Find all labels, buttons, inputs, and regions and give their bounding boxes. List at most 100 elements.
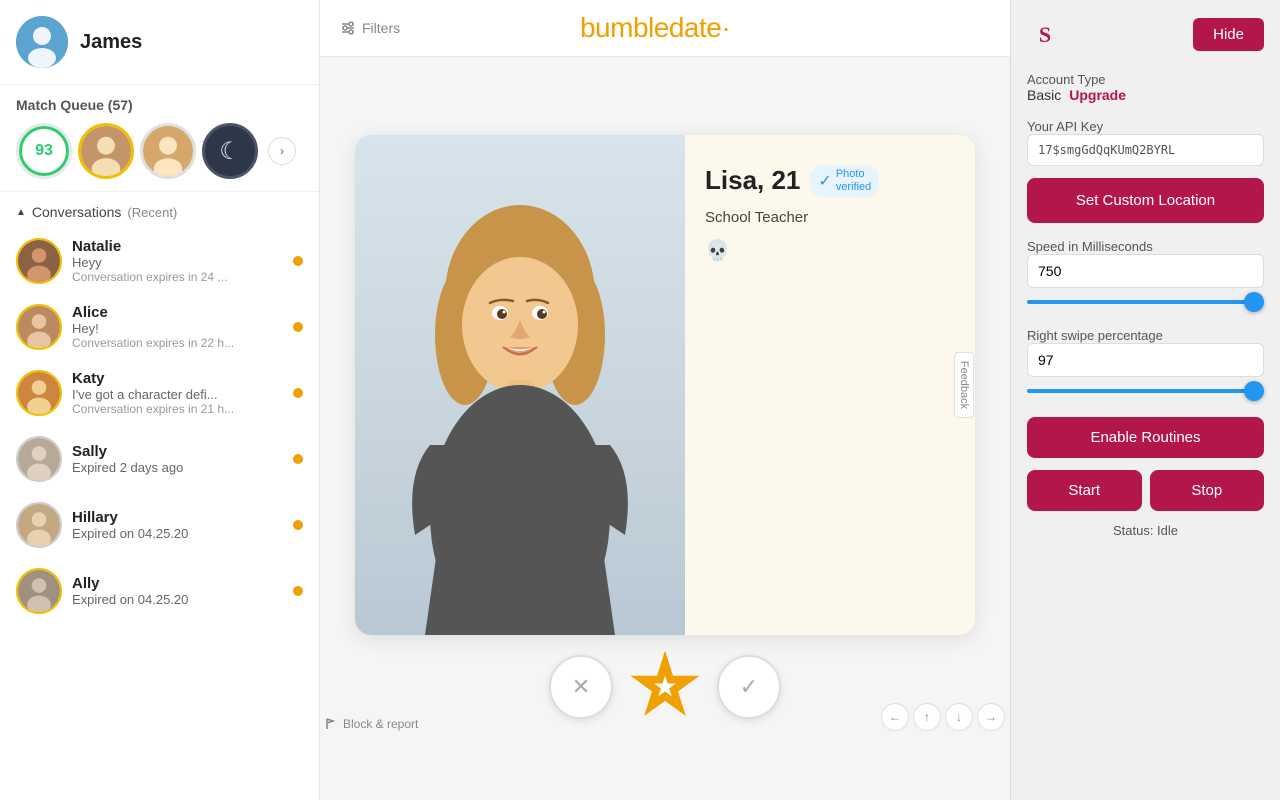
score-avatar[interactable]: 93 xyxy=(16,123,72,179)
conversations-arrow: ▲ xyxy=(16,207,26,218)
conv-item-alice[interactable]: Alice Hey! Conversation expires in 22 h.… xyxy=(0,294,319,360)
conv-avatar-sally xyxy=(16,436,62,482)
conv-msg-katy: I've got a character defi... xyxy=(72,387,283,402)
basic-text: Basic xyxy=(1027,87,1061,103)
conv-msg-alice: Hey! xyxy=(72,321,283,336)
panel-top: S Hide xyxy=(1027,16,1264,52)
superlike-button[interactable]: ★ xyxy=(629,651,701,723)
hide-button[interactable]: Hide xyxy=(1193,18,1264,51)
conv-item-katy[interactable]: Katy I've got a character defi... Conver… xyxy=(0,360,319,426)
speed-slider-fill xyxy=(1027,300,1252,304)
speed-label: Speed in Milliseconds xyxy=(1027,239,1264,254)
nav-left-button[interactable]: ← xyxy=(881,703,909,731)
conv-dot-katy xyxy=(293,388,303,398)
s-logo: S xyxy=(1027,16,1063,52)
conv-info-sally: Sally Expired 2 days ago xyxy=(72,443,283,475)
conv-dot-alice xyxy=(293,322,303,332)
conv-avatar-hillary xyxy=(16,502,62,548)
score-value: 93 xyxy=(19,126,69,176)
nav-arrows: ← ↑ ↓ → xyxy=(881,703,1005,731)
block-report-link[interactable]: Block & report xyxy=(325,717,418,731)
conv-info-hillary: Hillary Expired on 04.25.20 xyxy=(72,509,283,541)
enable-routines-button[interactable]: Enable Routines xyxy=(1027,417,1264,458)
dislike-button[interactable]: ✕ xyxy=(549,655,613,719)
conv-expires-alice: Conversation expires in 22 h... xyxy=(72,336,283,350)
conv-info-katy: Katy I've got a character defi... Conver… xyxy=(72,370,283,416)
nav-right-button[interactable]: → xyxy=(977,703,1005,731)
conv-dot-natalie xyxy=(293,256,303,266)
profile-icons: 💀 xyxy=(705,238,955,263)
speed-slider-thumb[interactable] xyxy=(1244,292,1264,312)
conv-dot-ally xyxy=(293,586,303,596)
conv-avatar-katy xyxy=(16,370,62,416)
sidebar: James Match Queue (57) 93 xyxy=(0,0,320,800)
start-stop-row: Start Stop xyxy=(1027,470,1264,511)
conv-item-natalie[interactable]: Natalie Heyy Conversation expires in 24 … xyxy=(0,228,319,294)
api-key-label: Your API Key xyxy=(1027,119,1264,134)
start-button[interactable]: Start xyxy=(1027,470,1142,511)
conv-msg-hillary: Expired on 04.25.20 xyxy=(72,526,283,541)
verified-text: Photo verified xyxy=(836,168,871,194)
filters-button[interactable]: Filters xyxy=(340,20,400,36)
queue-avatars: 93 ☾ › xyxy=(16,123,303,179)
user-name: James xyxy=(80,31,142,54)
conv-item-sally[interactable]: Sally Expired 2 days ago xyxy=(0,426,319,492)
speed-slider-track xyxy=(1027,300,1264,304)
speed-input[interactable] xyxy=(1027,254,1264,288)
user-avatar xyxy=(16,16,68,68)
filters-label: Filters xyxy=(362,20,400,36)
conv-expires-katy: Conversation expires in 21 h... xyxy=(72,402,283,416)
feedback-tab[interactable]: Feedback xyxy=(954,351,974,417)
conv-info-ally: Ally Expired on 04.25.20 xyxy=(72,575,283,607)
set-custom-location-button[interactable]: Set Custom Location xyxy=(1027,178,1264,223)
conv-dot-sally xyxy=(293,454,303,464)
conv-name-hillary: Hillary xyxy=(72,509,283,526)
conv-name-natalie: Natalie xyxy=(72,238,283,255)
upgrade-button[interactable]: Upgrade xyxy=(1069,87,1126,103)
swipe-pct-slider-fill xyxy=(1027,389,1257,393)
conv-expires-natalie: Conversation expires in 24 ... xyxy=(72,270,283,284)
verified-badge: ✓ Photo verified xyxy=(810,165,879,197)
swipe-pct-slider-thumb[interactable] xyxy=(1244,381,1264,401)
swipe-pct-input[interactable] xyxy=(1027,343,1264,377)
account-type-label: Account Type xyxy=(1027,72,1264,87)
profile-name-row: Lisa, 21 ✓ Photo verified xyxy=(705,165,955,197)
conv-msg-sally: Expired 2 days ago xyxy=(72,460,283,475)
app-logo: bumbledate· xyxy=(580,12,730,44)
conversations-toggle[interactable]: ▲ Conversations (Recent) xyxy=(16,200,303,224)
conv-item-ally[interactable]: Ally Expired on 04.25.20 xyxy=(0,558,319,624)
profile-job: School Teacher xyxy=(705,209,955,226)
conv-item-hillary[interactable]: Hillary Expired on 04.25.20 xyxy=(0,492,319,558)
stop-button[interactable]: Stop xyxy=(1150,470,1265,511)
conversations-section: ▲ Conversations (Recent) xyxy=(0,191,319,228)
nav-down-button[interactable]: ↓ xyxy=(945,703,973,731)
conversation-list: Natalie Heyy Conversation expires in 24 … xyxy=(0,228,319,800)
conv-avatar-ally xyxy=(16,568,62,614)
queue-avatar-2[interactable] xyxy=(140,123,196,179)
account-type-section: Account Type Basic Upgrade xyxy=(1027,68,1264,103)
queue-avatar-dark[interactable]: ☾ xyxy=(202,123,258,179)
conv-dot-hillary xyxy=(293,520,303,530)
queue-next-button[interactable]: › xyxy=(268,137,296,165)
swipe-pct-slider-container xyxy=(1027,381,1264,401)
skull-icon: 💀 xyxy=(705,238,730,263)
block-report-label: Block & report xyxy=(343,717,418,731)
like-button[interactable]: ✓ xyxy=(717,655,781,719)
swipe-pct-label: Right swipe percentage xyxy=(1027,328,1264,343)
match-queue-section: Match Queue (57) 93 ☾ xyxy=(0,85,319,191)
api-key-section: Your API Key 17$smgGdQqKUmQ2BYRL xyxy=(1027,115,1264,166)
swipe-pct-section: Right swipe percentage xyxy=(1027,324,1264,401)
nav-up-button[interactable]: ↑ xyxy=(913,703,941,731)
queue-avatar-1[interactable] xyxy=(78,123,134,179)
speed-slider-container xyxy=(1027,292,1264,312)
verified-icon: ✓ xyxy=(818,171,831,191)
conv-avatar-natalie xyxy=(16,238,62,284)
main-content: Filters bumbledate· xyxy=(320,0,1010,800)
moon-icon: ☾ xyxy=(219,137,241,166)
right-panel: S Hide Account Type Basic Upgrade Your A… xyxy=(1010,0,1280,800)
profile-photo xyxy=(355,135,685,635)
conversations-label: Conversations xyxy=(32,204,122,220)
profile-info: Lisa, 21 ✓ Photo verified School Teacher… xyxy=(685,135,975,635)
card-wrapper: Lisa, 21 ✓ Photo verified School Teacher… xyxy=(355,135,975,723)
api-key-value[interactable]: 17$smgGdQqKUmQ2BYRL xyxy=(1027,134,1264,166)
